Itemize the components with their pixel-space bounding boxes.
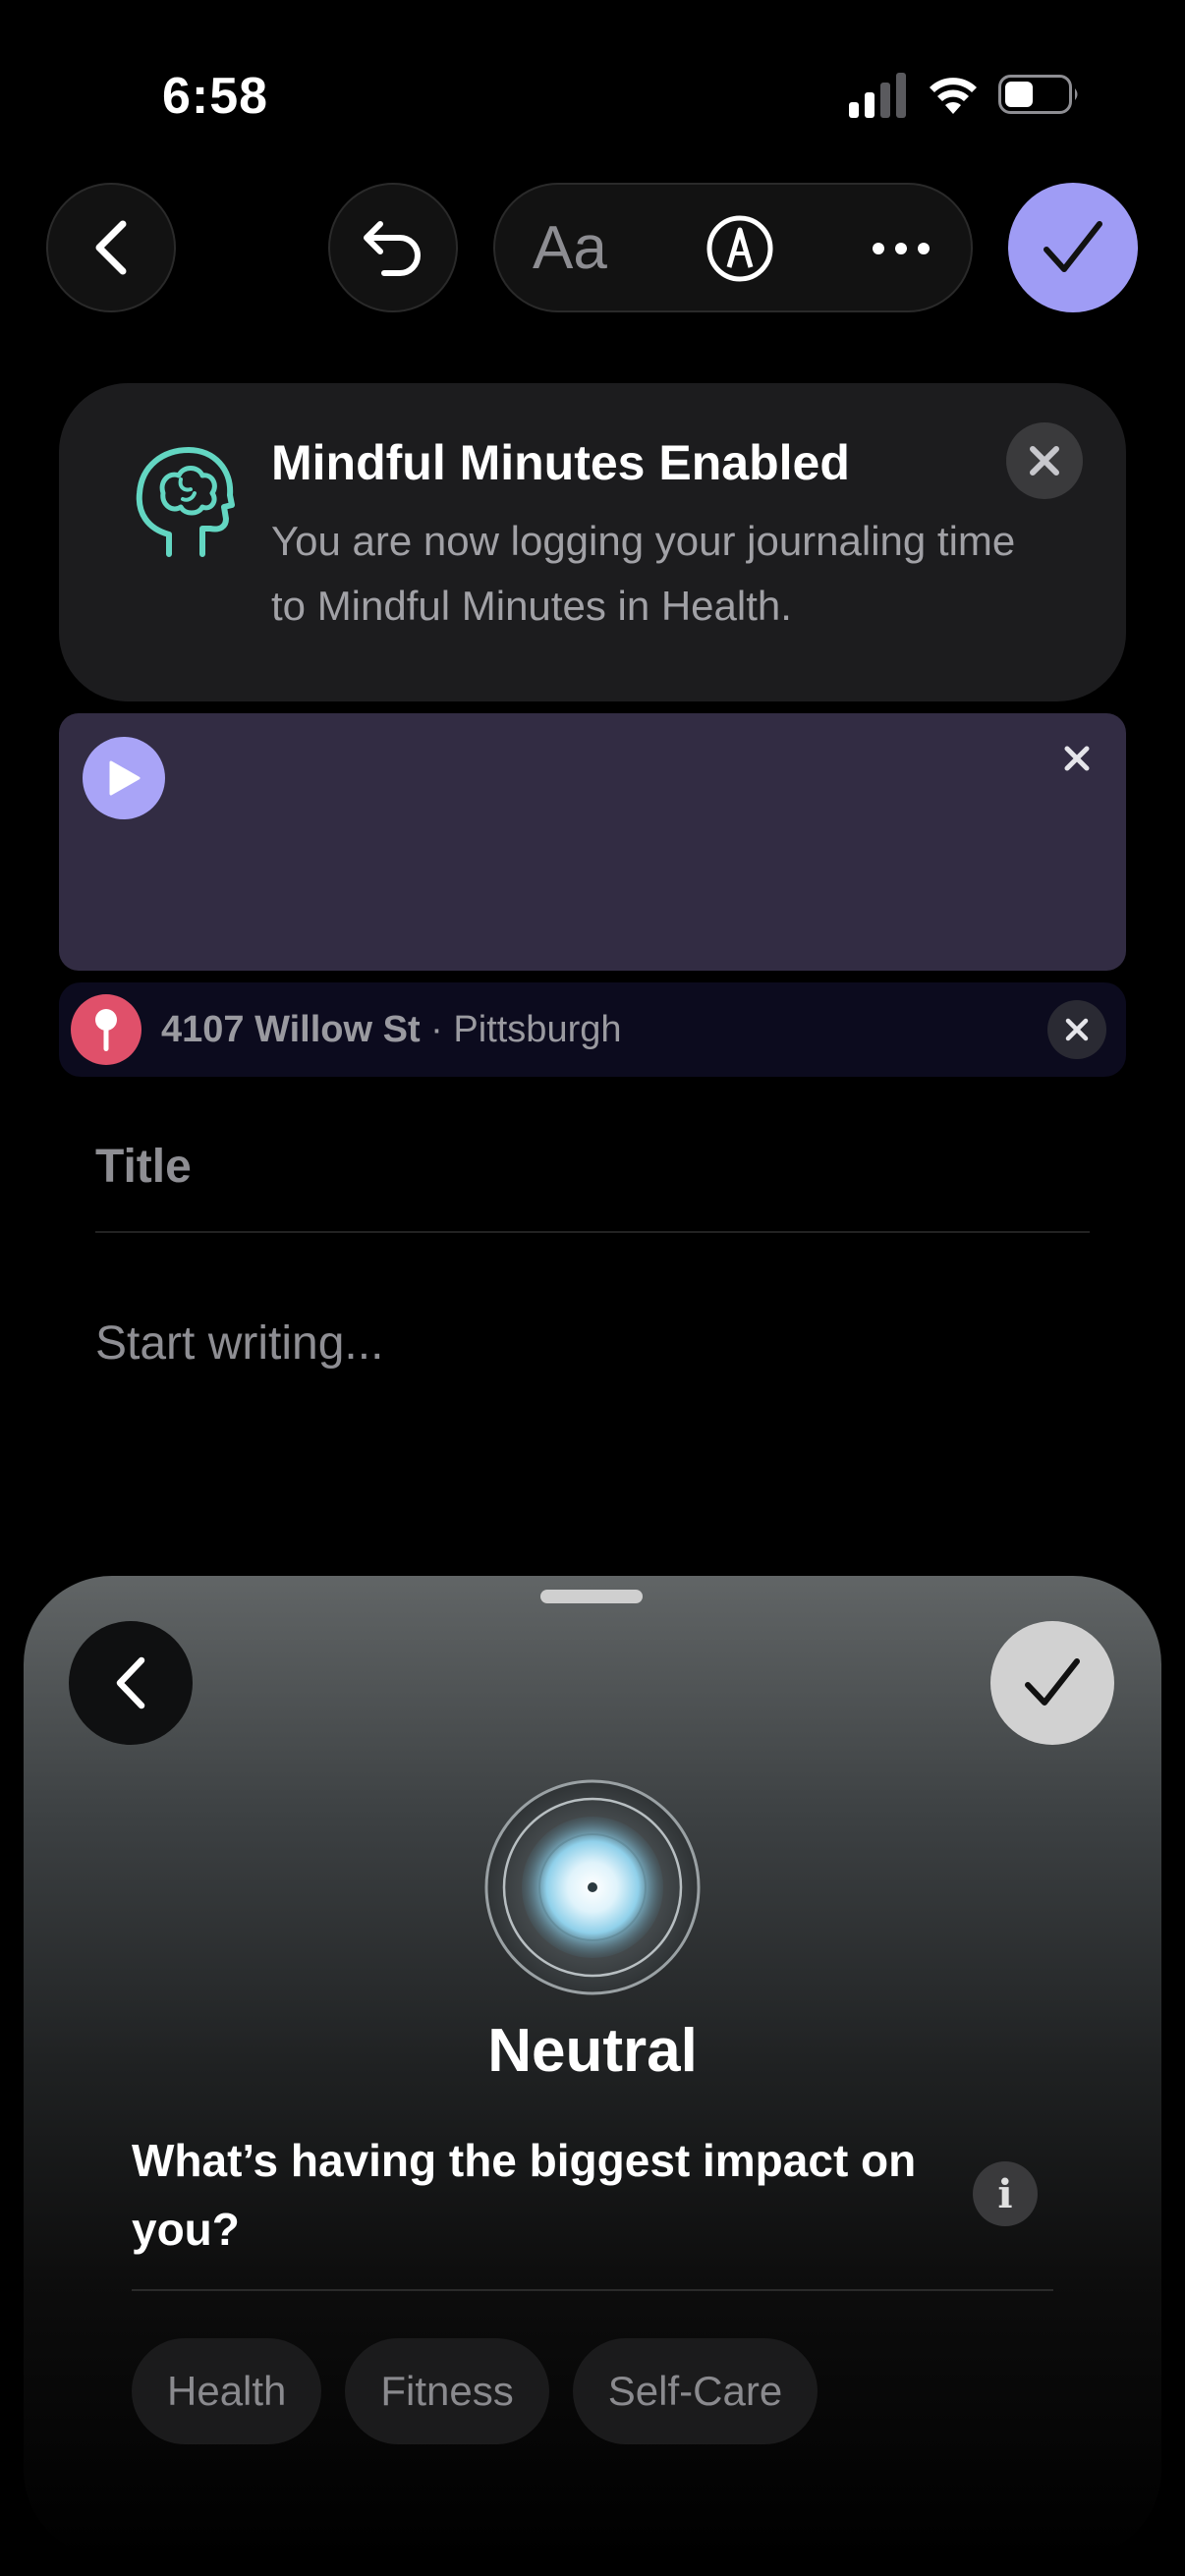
more-options-icon[interactable] — [867, 224, 935, 273]
banner-message: You are now logging your journaling time… — [271, 518, 1016, 629]
title-input[interactable]: Title — [95, 1140, 192, 1194]
play-button[interactable] — [83, 737, 165, 819]
banner-title: Mindful Minutes Enabled — [271, 435, 850, 490]
body-input[interactable]: Start writing... — [95, 1316, 383, 1371]
title-divider — [95, 1231, 1090, 1233]
sheet-grabber[interactable] — [540, 1590, 643, 1603]
location-text[interactable]: 4107 Willow St · Pittsburgh — [161, 982, 622, 1077]
location-bar: 4107 Willow St · Pittsburgh — [59, 982, 1126, 1077]
info-button[interactable]: i — [973, 2161, 1038, 2226]
remove-audio-close-icon[interactable] — [1057, 739, 1097, 778]
chip-self-care[interactable]: Self-Care — [572, 2338, 818, 2444]
impact-question: What’s having the biggest impact on you? — [132, 2135, 917, 2255]
chip-fitness[interactable]: Fitness — [345, 2338, 549, 2444]
close-icon — [1065, 1018, 1089, 1041]
status-bar: 6:58 — [0, 0, 1185, 187]
banner-close-button[interactable] — [1006, 422, 1083, 499]
undo-button[interactable] — [328, 183, 458, 312]
checkmark-icon — [1025, 1658, 1080, 1706]
sheet-done-button[interactable] — [990, 1621, 1114, 1745]
mood-sheet: Neutral What’s having the biggest impact… — [24, 1576, 1161, 2558]
done-button[interactable] — [1008, 183, 1138, 312]
mindful-minutes-banner: Mindful Minutes Enabled You are now logg… — [59, 383, 1126, 701]
mind-head-icon — [136, 447, 235, 557]
markup-pen-icon[interactable] — [705, 214, 774, 283]
wifi-icon — [930, 78, 977, 114]
sheet-divider — [132, 2289, 1053, 2291]
mood-orb-icon[interactable] — [483, 1778, 702, 1996]
undo-icon — [364, 221, 421, 276]
location-street: 4107 Willow St — [161, 1008, 421, 1050]
back-button[interactable] — [46, 183, 176, 312]
chevron-left-icon — [95, 220, 127, 275]
location-pin-icon — [71, 994, 141, 1065]
chip-health[interactable]: Health — [132, 2338, 322, 2444]
play-icon — [109, 760, 141, 796]
close-icon — [1030, 446, 1059, 476]
location-separator: · — [420, 1008, 454, 1050]
status-time: 6:58 — [162, 68, 269, 125]
location-city: Pittsburgh — [453, 1008, 622, 1050]
mood-label: Neutral — [487, 2017, 698, 2085]
text-format-button[interactable]: Aa — [533, 185, 607, 310]
checkmark-icon — [1044, 221, 1102, 272]
remove-location-button[interactable] — [1047, 1000, 1106, 1059]
chevron-left-icon — [116, 1656, 145, 1709]
impact-chip-list: Health Fitness Self-Care — [132, 2338, 818, 2444]
sheet-back-button[interactable] — [69, 1621, 193, 1745]
battery-icon — [998, 75, 1078, 114]
audio-attachment — [59, 713, 1126, 971]
format-toolbar: Aa — [493, 183, 973, 312]
cellular-signal-icon — [849, 73, 906, 118]
